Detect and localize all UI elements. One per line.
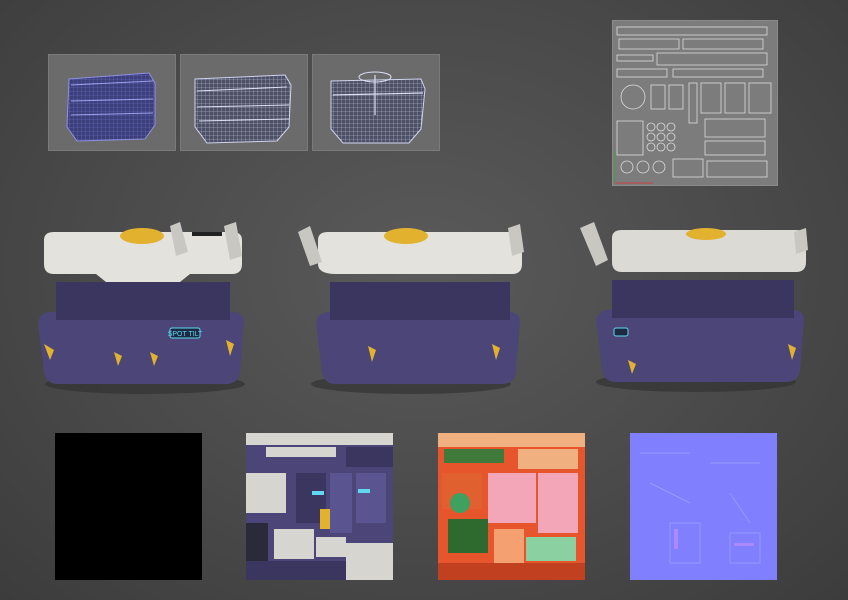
id-map	[438, 433, 585, 580]
ambient-occlusion-map	[55, 433, 202, 580]
render-front: SPOT TILT	[30, 222, 260, 397]
wireframe-front-thumbnail	[48, 54, 176, 151]
normal-map	[630, 433, 777, 580]
render-side	[296, 222, 526, 397]
albedo-map	[246, 433, 393, 580]
wireframe-back-thumbnail	[312, 54, 440, 151]
render-rear	[578, 220, 812, 395]
render-panel-label: SPOT TILT	[168, 331, 203, 338]
uv-layout-sheet	[612, 20, 778, 186]
wireframe-angle-thumbnail	[180, 54, 308, 151]
